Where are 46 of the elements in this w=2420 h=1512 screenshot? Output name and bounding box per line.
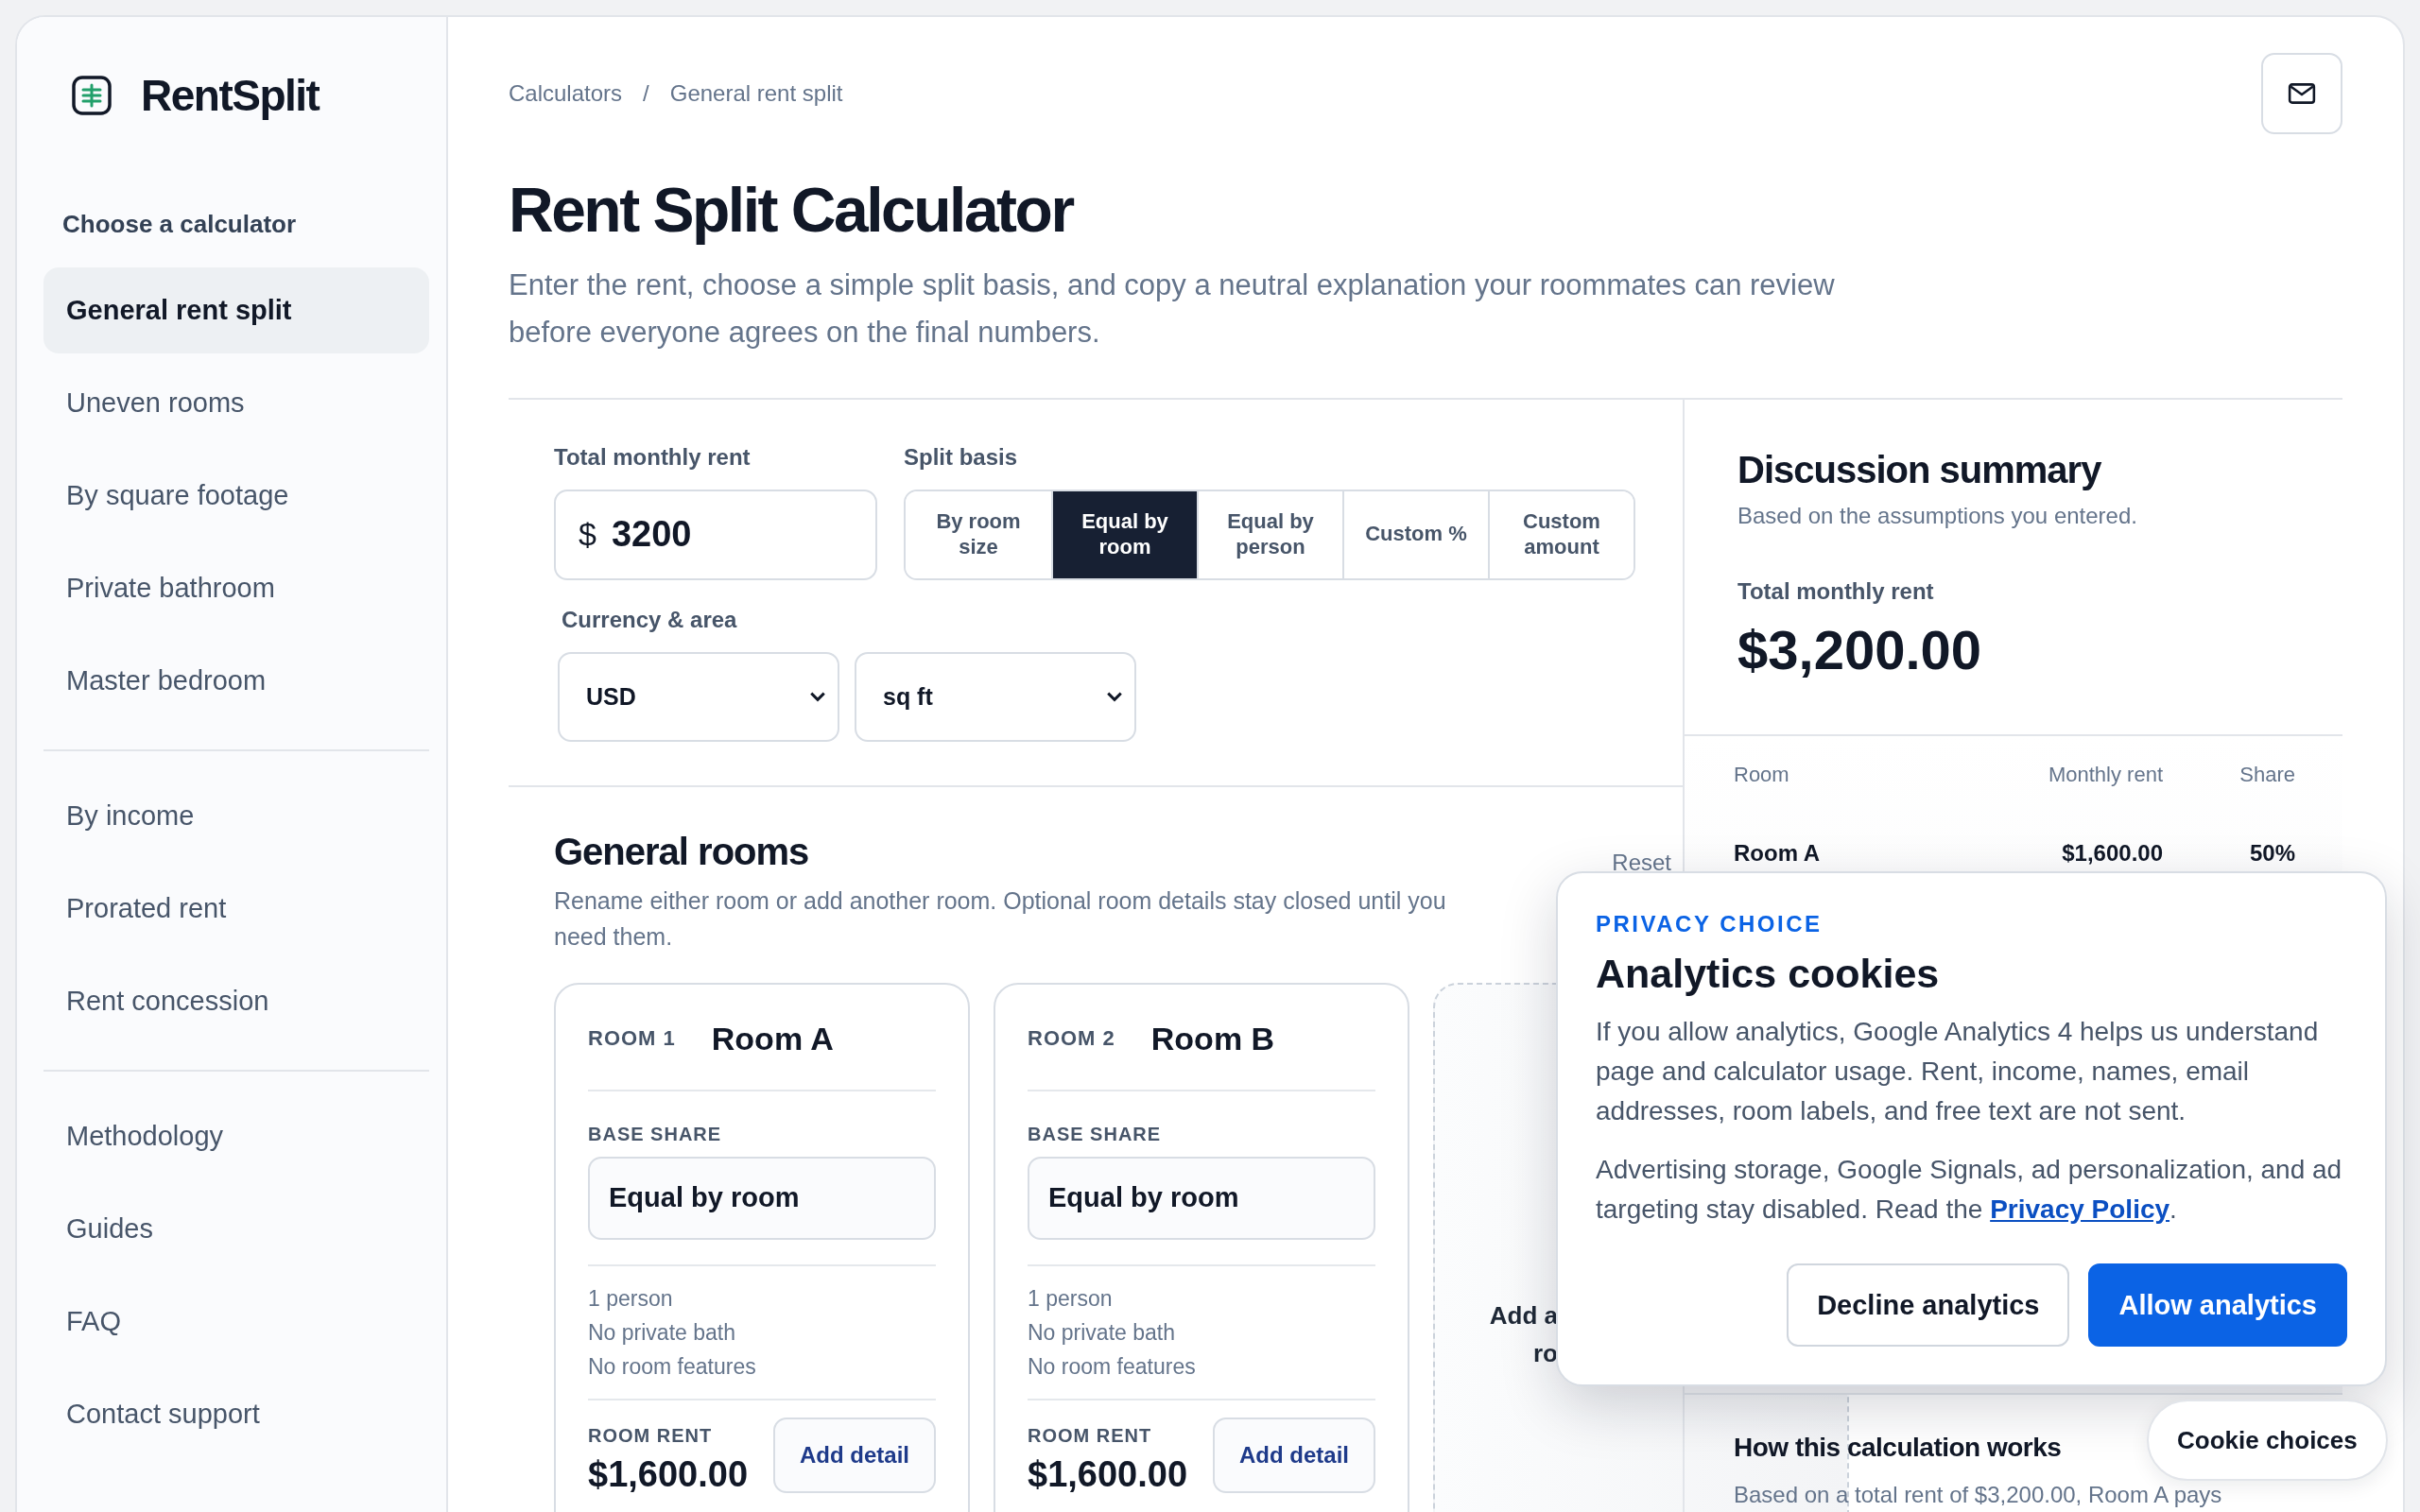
room-rent: $1,600.00 <box>1028 1453 1188 1495</box>
column-header: Room <box>1734 762 1790 787</box>
table-cell-text: $1,600.00 <box>2061 839 2163 867</box>
field-label: Currency & area <box>562 606 738 633</box>
summary-title: Discussion summary <box>1737 448 2102 491</box>
field-label: ROOM RENT <box>1028 1424 1153 1447</box>
add-room-label: Add a <box>1488 1299 1558 1332</box>
page-subtitle: Enter the rent, choose a simple split basis, and copy a neutral explanation your roommates can review before everyone agrees on the final numbers. <box>509 266 1836 351</box>
room-rent: $1,600.00 <box>588 1453 749 1495</box>
table-cell-text: 50% <box>2248 839 2295 867</box>
field-label: Total monthly rent <box>554 443 752 471</box>
room-detail: 1 person <box>1028 1284 1114 1313</box>
room-detail: No private bath <box>588 1318 736 1347</box>
field-label: ROOM RENT <box>588 1424 714 1447</box>
explanation-text: Based on a total rent of $3,200.00, Room A pays <box>1734 1481 2223 1508</box>
table-cell-text: Room A <box>1734 839 1822 867</box>
dialog-text: Advertising storage, Google Signals, ad personalization, and ad targeting stay disabled. Read the Privacy Policy. <box>1596 1154 2343 1226</box>
add-room-label: ro <box>1532 1337 1558 1369</box>
room-number: ROOM 2 <box>1028 1026 1115 1052</box>
section-heading: General rooms <box>554 830 810 873</box>
rent-value: 3200 <box>611 514 692 556</box>
total-amount: $3,200.00 <box>1737 617 1983 681</box>
page-title: Rent Split Calculator <box>509 176 1075 245</box>
dialog-title: Analytics cookies <box>1596 951 1941 997</box>
room-name: Room B <box>1150 1020 1275 1057</box>
breadcrumb-separator: / <box>643 80 649 107</box>
section-heading: How this calculation works <box>1734 1432 2062 1463</box>
room-detail: 1 person <box>588 1284 674 1313</box>
room-detail: No room features <box>588 1352 757 1381</box>
room-detail: No private bath <box>1028 1318 1176 1347</box>
column-header: Monthly rent <box>2047 762 2163 787</box>
field-label: Split basis <box>904 443 1019 471</box>
room-number: ROOM 1 <box>588 1026 676 1052</box>
section-title: Choose a calculator <box>61 210 298 239</box>
room-detail: No room features <box>1028 1352 1197 1381</box>
room-name: Room A <box>711 1020 834 1057</box>
dialog-eyebrow: PRIVACY CHOICE <box>1596 911 1824 937</box>
total-label: Total monthly rent <box>1737 577 1935 605</box>
summary-subtitle: Based on the assumptions you entered. <box>1737 502 2138 529</box>
dialog-text: If you allow analytics, Google Analytics 4 helps us understand page and calculator usage. Rent, income, names, email addresses, room labels, and free text are not sent. <box>1596 1016 2320 1127</box>
field-label: BASE SHARE <box>1028 1123 1163 1145</box>
column-header: Share <box>2238 762 2295 787</box>
currency-symbol: $ <box>579 516 596 554</box>
brand-name: RentSplit <box>141 70 320 121</box>
section-description: Rename either room or add another room. Optional room details stay closed until you need them. <box>554 885 1447 952</box>
field-label: BASE SHARE <box>588 1123 723 1145</box>
